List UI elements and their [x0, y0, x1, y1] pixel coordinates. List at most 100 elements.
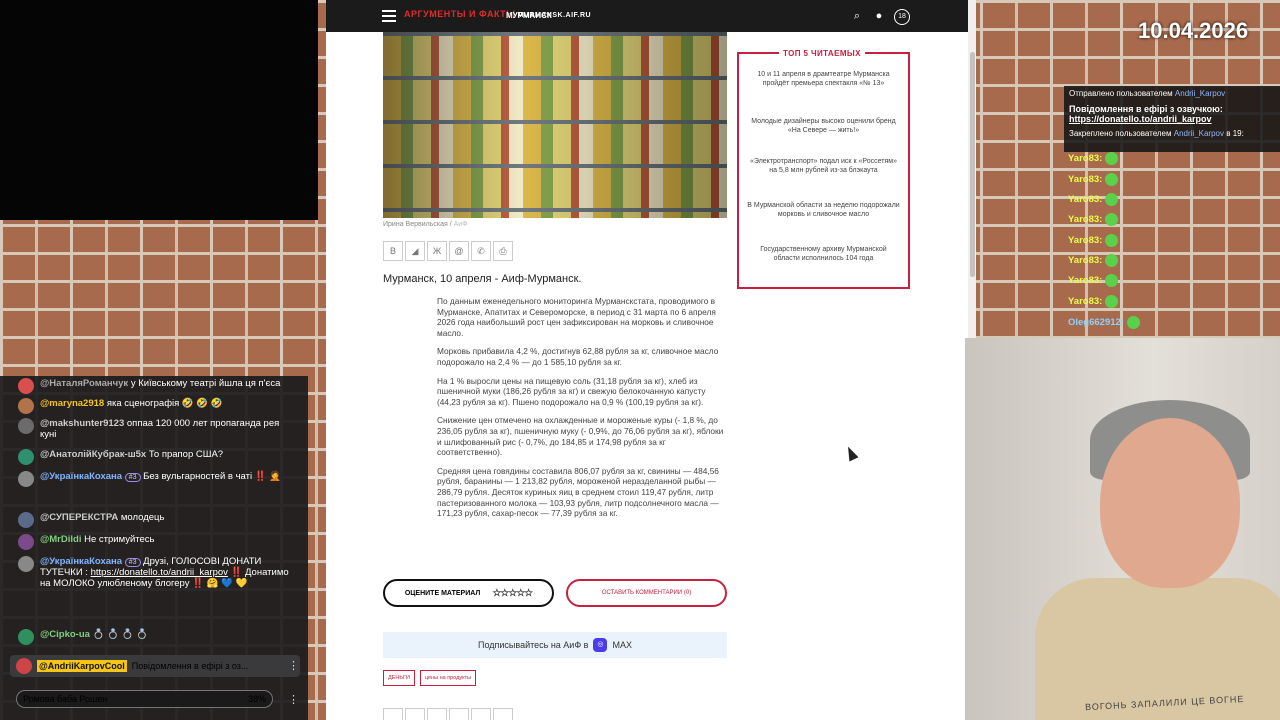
top5-item[interactable]: Молодые дизайнеры высоко оценили бренд «…: [747, 118, 900, 135]
share-icon[interactable]: [449, 708, 469, 720]
article-dateline: Мурманск, 10 апреля - Аиф-Мурманск.: [383, 273, 582, 285]
avatar: [18, 556, 34, 572]
chat-nick[interactable]: @Cipko-ua: [40, 629, 90, 640]
chat-text: 💍 💍 💍 💍: [92, 629, 148, 640]
pinned-user[interactable]: Andrii_Karpov: [1174, 129, 1224, 138]
chat-message: @УкраїнкаКохана #3 Без вульгарностей в ч…: [18, 471, 298, 487]
star-rating[interactable]: ☆☆☆☆☆: [492, 588, 533, 599]
chat-nick[interactable]: @makshunter9123: [40, 418, 124, 429]
photo-credit-source[interactable]: АиФ: [454, 221, 468, 228]
logo-text: АРГУМЕНТЫ И ФАКТЫ: [404, 9, 516, 19]
chat-message: @АнатолійКубрак-ш5х То прапор США?: [18, 449, 298, 465]
chat-text: у Київському театрі йшла ця п'єса: [130, 378, 281, 389]
sender-nick[interactable]: Andrii_Karpov: [1175, 89, 1225, 98]
frog-emote-icon: [1105, 152, 1119, 165]
print-icon[interactable]: ⎙: [493, 241, 513, 261]
pinned-announcement[interactable]: Отправлено пользователем Andrii_Karpov П…: [1064, 86, 1280, 152]
chat-message: Yaro83:: [1068, 213, 1119, 226]
chat-nick[interactable]: @СУПЕРЕКСТРА: [40, 512, 118, 523]
top5-item[interactable]: В Мурманской области за неделю подорожал…: [747, 202, 900, 219]
chat-message: @НаталяРоманчук у Київському театрі йшла…: [18, 378, 298, 394]
chat-message: Yaro83:: [1068, 234, 1119, 247]
chat-nick[interactable]: @УкраїнкаКохана: [40, 471, 122, 482]
photo-credit: Ирина Вервильская / АиФ: [383, 221, 468, 228]
avatar: [18, 398, 34, 414]
vk-share-icon[interactable]: В: [383, 241, 403, 261]
email-share-icon[interactable]: @: [449, 241, 469, 261]
donation-link[interactable]: https://donatello.to/andrii_karpov: [1069, 114, 1212, 124]
chat-nick[interactable]: Yaro83:: [1068, 235, 1102, 246]
city-label[interactable]: МУРМАНСК: [506, 11, 552, 20]
avatar: [18, 418, 34, 434]
chat-message: Yaro83:: [1068, 254, 1119, 267]
subscribe-banner[interactable]: Подписывайтесь на АиФ в ◎ MAX: [383, 632, 727, 658]
chat-nick[interactable]: Yaro83:: [1068, 174, 1102, 185]
chat-nick[interactable]: Yaro83:: [1068, 255, 1102, 266]
poll-bar[interactable]: Ромова баба Рошен 38%: [16, 690, 273, 708]
chat-message: Yaro83:: [1068, 295, 1119, 308]
share-icon[interactable]: [405, 708, 425, 720]
chat-nick[interactable]: Yaro83:: [1068, 296, 1102, 307]
avatar: [18, 378, 34, 394]
max-logo-icon: ◎: [593, 638, 608, 652]
frog-emote-icon: [1105, 295, 1119, 308]
user-icon[interactable]: ●: [872, 9, 886, 23]
subscribe-label: Подписывайтесь на АиФ в: [478, 640, 589, 650]
tag-list: ДЕНЬГИ цены на продукты: [383, 670, 477, 686]
article-paragraph: По данным еженедельного мониторинга Мурм…: [437, 296, 716, 338]
leave-comment-button[interactable]: ОСТАВИТЬ КОММЕНТАРИИ (0): [566, 579, 727, 607]
photo-credit-author: Ирина Вервильская /: [383, 221, 452, 228]
tag-food-prices[interactable]: цены на продукты: [419, 670, 477, 686]
pinned-message[interactable]: @AndriiKarpovCool Повідомлення в ефірі з…: [10, 655, 300, 677]
chat-nick[interactable]: Yaro83:: [1068, 153, 1102, 164]
pinned-nick[interactable]: @AndriiKarpovCool: [37, 660, 127, 672]
frog-emote-icon: [1105, 254, 1119, 267]
top5-item[interactable]: Государственному архиву Мурманской облас…: [747, 246, 900, 263]
member-badge: #3: [124, 558, 141, 567]
chat-message: @MrDildi Не стримуйтесь: [18, 534, 298, 550]
chat-nick[interactable]: Oleg662912:: [1068, 317, 1124, 328]
chat-nick[interactable]: @maryna2918: [40, 398, 104, 409]
site-navbar: АРГУМЕНТЫ И ФАКТЫ MURMANSK.AIF.RU МУРМАНС…: [326, 0, 968, 32]
tag-money[interactable]: ДЕНЬГИ: [383, 670, 415, 686]
telegram-share-icon[interactable]: ◢: [405, 241, 425, 261]
chat-text: Не стримуйтесь: [84, 534, 155, 545]
share-icon[interactable]: [471, 708, 491, 720]
site-logo[interactable]: АРГУМЕНТЫ И ФАКТЫ MURMANSK.AIF.RU: [404, 9, 591, 19]
frog-emote-icon: [1126, 316, 1140, 329]
avatar: [18, 512, 34, 528]
chat-message: @maryna2918 яка сценографія 🤣 🤣 🤣: [18, 398, 298, 414]
menu-icon[interactable]: [382, 10, 396, 22]
pinned-time: в 19:: [1226, 129, 1244, 138]
share-icon[interactable]: [383, 708, 403, 720]
rate-article-button[interactable]: ОЦЕНИТЕ МАТЕРИАЛ ☆☆☆☆☆: [383, 579, 554, 607]
top5-item[interactable]: 10 и 11 апреля в драмтеатре Мурманска пр…: [747, 71, 900, 88]
chat-link[interactable]: https://donatello.to/andrii_karpov: [91, 567, 228, 578]
share-icon[interactable]: [493, 708, 513, 720]
news-page: АРГУМЕНТЫ И ФАКТЫ MURMANSK.AIF.RU МУРМАНС…: [326, 0, 976, 720]
chat-nick[interactable]: Yaro83:: [1068, 194, 1102, 205]
chat-nick[interactable]: Yaro83:: [1068, 214, 1102, 225]
pinned-sender-line: Отправлено пользователем Andrii_Karpov: [1069, 89, 1275, 98]
member-badge: #3: [124, 473, 141, 482]
pinned-text: Повідомлення в ефірі з оз...: [131, 661, 249, 671]
chat-nick[interactable]: @АнатолійКубрак-ш5х: [40, 449, 146, 460]
rate-label: ОЦЕНИТЕ МАТЕРИАЛ: [404, 589, 481, 597]
chat-nick[interactable]: @УкраїнкаКохана: [40, 556, 122, 567]
more-options-icon[interactable]: ⋮: [288, 659, 299, 672]
scrollbar-thumb[interactable]: [970, 52, 975, 277]
whatsapp-share-icon[interactable]: ✆: [471, 241, 491, 261]
chat-nick[interactable]: Yaro83:: [1068, 275, 1102, 286]
share-icon[interactable]: [427, 708, 447, 720]
top5-item[interactable]: «Электротранспорт» подал иск к «Россетям…: [747, 158, 900, 175]
search-icon[interactable]: ⌕: [850, 9, 864, 23]
more-options-icon[interactable]: ⋮: [288, 693, 299, 706]
chat-nick[interactable]: @НаталяРоманчук: [40, 378, 128, 389]
poll-label: Ромова баба Рошен: [23, 694, 108, 704]
ok-share-icon[interactable]: Ж: [427, 241, 447, 261]
frog-emote-icon: [1105, 213, 1119, 226]
chat-nick[interactable]: @MrDildi: [40, 534, 81, 545]
age-rating-icon[interactable]: 18: [894, 9, 910, 25]
poll-percent: 38%: [247, 694, 266, 704]
chat-text: молодець: [120, 512, 165, 523]
